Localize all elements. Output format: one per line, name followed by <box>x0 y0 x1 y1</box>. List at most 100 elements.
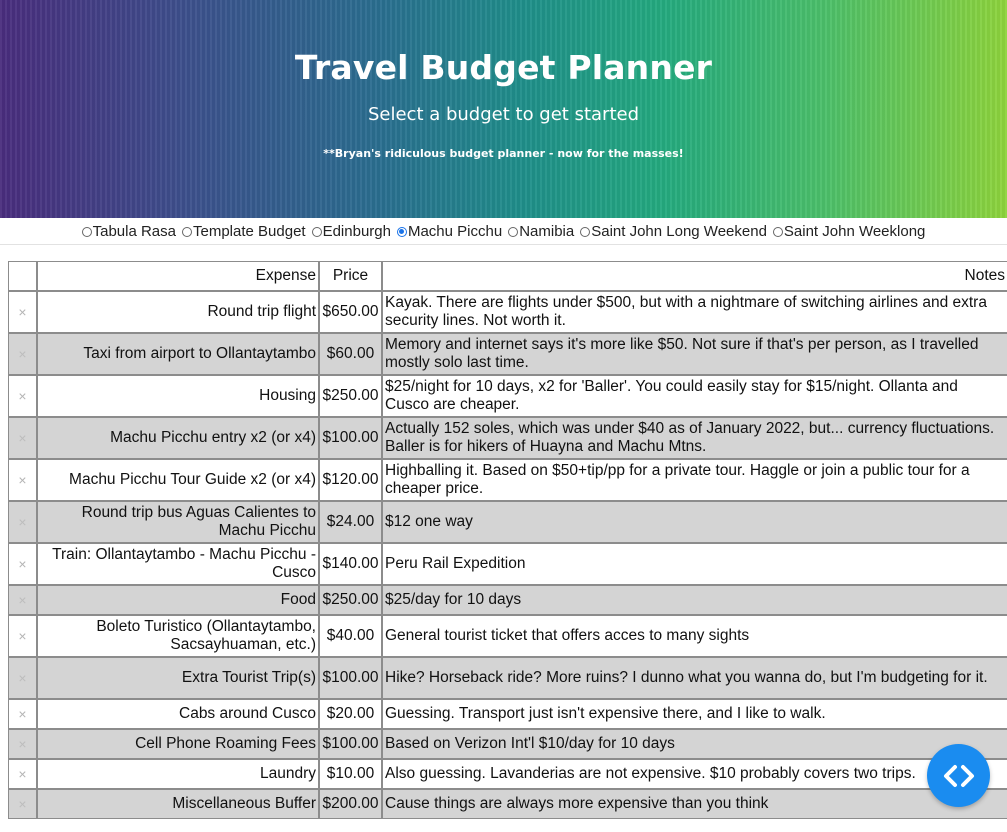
price-cell[interactable]: $250.00 <box>319 375 382 417</box>
price-cell[interactable]: $40.00 <box>319 615 382 657</box>
table-row: × Cell Phone Roaming Fees $100.00 Based on … <box>8 729 1007 759</box>
budget-option-label: Edinburgh <box>322 223 391 240</box>
table-row: × Housing $250.00 $25/night for 10 days, x2… <box>8 375 1007 417</box>
price-cell[interactable]: $24.00 <box>319 501 382 543</box>
expense-cell[interactable]: Machu Picchu entry x2 (or x4) <box>37 417 319 459</box>
budget-option-label: Template Budget <box>193 223 306 240</box>
expense-cell[interactable]: Cabs around Cusco <box>37 699 319 729</box>
notes-cell[interactable]: Memory and internet says it's more like … <box>382 333 1007 375</box>
radio-button[interactable] <box>81 226 92 237</box>
delete-row-button[interactable]: × <box>8 699 37 729</box>
budget-option-edinburgh[interactable]: Edinburgh <box>311 223 391 240</box>
radio-button[interactable] <box>182 226 192 237</box>
expense-cell[interactable]: Miscellaneous Buffer <box>37 789 319 819</box>
table-row: × Train: Ollantaytambo - Machu Picchu - C… <box>8 543 1007 585</box>
delete-row-button[interactable]: × <box>8 615 37 657</box>
expense-cell[interactable]: Round trip bus Aguas Calientes to Machu … <box>37 501 319 543</box>
price-cell[interactable]: $650.00 <box>319 291 382 333</box>
budget-table: Expense Price Notes × Round trip flight $6… <box>8 261 1007 819</box>
budget-option-machu-picchu[interactable]: Machu Picchu <box>396 223 503 240</box>
delete-row-button[interactable]: × <box>8 417 37 459</box>
notes-cell[interactable]: Highballing it. Based on $50+tip/pp for … <box>382 459 1007 501</box>
price-cell[interactable]: $100.00 <box>319 657 382 699</box>
budget-option-label: Namibia <box>519 223 575 240</box>
expense-cell[interactable]: Machu Picchu Tour Guide x2 (or x4) <box>37 459 319 501</box>
budget-option-saint-john-long-weekend[interactable]: Saint John Long Weekend <box>580 223 767 240</box>
notes-cell[interactable]: Guessing. Transport just isn't expensive… <box>382 699 1007 729</box>
table-row: × Boleto Turistico (Ollantaytambo, Sacsay… <box>8 615 1007 657</box>
delete-row-button[interactable]: × <box>8 501 37 543</box>
notes-cell[interactable]: Kayak. There are flights under $500, but… <box>382 291 1007 333</box>
table-row: × Taxi from airport to Ollantaytambo $60.0… <box>8 333 1007 375</box>
page-title: Travel Budget Planner <box>294 48 713 87</box>
expense-cell[interactable]: Round trip flight <box>37 291 319 333</box>
notes-cell[interactable]: Also guessing. Lavanderias are not expen… <box>382 759 1007 789</box>
budget-option-label: Machu Picchu <box>407 223 503 240</box>
table-body: × Round trip flight $650.00 Kayak. There ar… <box>8 291 1007 819</box>
notes-cell[interactable]: $25/night for 10 days, x2 for 'Baller'. … <box>382 375 1007 417</box>
delete-row-button[interactable]: × <box>8 543 37 585</box>
notes-cell[interactable]: $25/day for 10 days <box>382 585 1007 615</box>
price-cell[interactable]: $100.00 <box>319 417 382 459</box>
budget-option-saint-john-weeklong[interactable]: Saint John Weeklong <box>772 223 926 240</box>
budget-selector: Tabula Rasa Template Budget Edinburgh Machu… <box>0 219 1007 245</box>
table-row: × Extra Tourist Trip(s) $100.00 Hike? Horse… <box>8 657 1007 699</box>
expense-cell[interactable]: Train: Ollantaytambo - Machu Picchu - Cu… <box>37 543 319 585</box>
radio-button[interactable] <box>311 226 322 237</box>
budget-option-template-budget[interactable]: Template Budget <box>182 223 306 240</box>
header-note: **Bryan's ridiculous budget planner - no… <box>323 147 684 160</box>
expense-cell[interactable]: Extra Tourist Trip(s) <box>37 657 319 699</box>
delete-row-button[interactable]: × <box>8 789 37 819</box>
radio-button[interactable] <box>396 226 407 237</box>
notes-cell[interactable]: Based on Verizon Int'l $10/day for 10 da… <box>382 729 1007 759</box>
notes-cell[interactable]: General tourist ticket that offers acces… <box>382 615 1007 657</box>
price-cell[interactable]: $10.00 <box>319 759 382 789</box>
delete-row-button[interactable]: × <box>8 459 37 501</box>
expense-cell[interactable]: Cell Phone Roaming Fees <box>37 729 319 759</box>
notes-cell[interactable]: Peru Rail Expedition <box>382 543 1007 585</box>
expense-cell[interactable]: Boleto Turistico (Ollantaytambo, Sacsayh… <box>37 615 319 657</box>
price-cell[interactable]: $60.00 <box>319 333 382 375</box>
delete-column-header <box>8 261 37 291</box>
delete-row-button[interactable]: × <box>8 657 37 699</box>
notes-cell[interactable]: Hike? Horseback ride? More ruins? I dunn… <box>382 657 1007 699</box>
price-column-header: Price <box>319 261 382 291</box>
code-brackets-icon <box>943 764 974 787</box>
budget-option-namibia[interactable]: Namibia <box>508 223 574 240</box>
table-row: × Laundry $10.00 Also guessing. Lavanderias… <box>8 759 1007 789</box>
delete-row-button[interactable]: × <box>8 585 37 615</box>
price-cell[interactable]: $140.00 <box>319 543 382 585</box>
table-row: × Cabs around Cusco $20.00 Guessing. Transp… <box>8 699 1007 729</box>
notes-cell[interactable]: $12 one way <box>382 501 1007 543</box>
budget-option-label: Saint John Weeklong <box>783 223 926 240</box>
budget-option-label: Tabula Rasa <box>92 223 176 240</box>
delete-row-button[interactable]: × <box>8 759 37 789</box>
table-row: × Miscellaneous Buffer $200.00 Cause things… <box>8 789 1007 819</box>
radio-button[interactable] <box>580 226 591 237</box>
delete-row-button[interactable]: × <box>8 291 37 333</box>
expense-cell[interactable]: Taxi from airport to Ollantaytambo <box>37 333 319 375</box>
page-subtitle: Select a budget to get started <box>367 104 640 125</box>
expense-cell[interactable]: Food <box>37 585 319 615</box>
expense-column-header: Expense <box>37 261 319 291</box>
budget-option-tabula-rasa[interactable]: Tabula Rasa <box>81 223 176 240</box>
price-cell[interactable]: $20.00 <box>319 699 382 729</box>
expense-cell[interactable]: Laundry <box>37 759 319 789</box>
delete-row-button[interactable]: × <box>8 333 37 375</box>
header-banner: Travel Budget Planner Select a budget to… <box>0 0 1007 218</box>
price-cell[interactable]: $120.00 <box>319 459 382 501</box>
price-cell[interactable]: $100.00 <box>319 729 382 759</box>
code-toggle-button[interactable] <box>927 744 990 807</box>
radio-button[interactable] <box>772 226 783 237</box>
price-cell[interactable]: $200.00 <box>319 789 382 819</box>
radio-button[interactable] <box>508 226 519 237</box>
notes-cell[interactable]: Cause things are always more expensive t… <box>382 789 1007 819</box>
expense-cell[interactable]: Housing <box>37 375 319 417</box>
notes-cell[interactable]: Actually 152 soles, which was under $40 … <box>382 417 1007 459</box>
table-row: × Round trip flight $650.00 Kayak. There ar… <box>8 291 1007 333</box>
budget-table-container: Expense Price Notes × Round trip flight $6… <box>8 261 1007 819</box>
price-cell[interactable]: $250.00 <box>319 585 382 615</box>
delete-row-button[interactable]: × <box>8 375 37 417</box>
table-header-row: Expense Price Notes <box>8 261 1007 291</box>
delete-row-button[interactable]: × <box>8 729 37 759</box>
